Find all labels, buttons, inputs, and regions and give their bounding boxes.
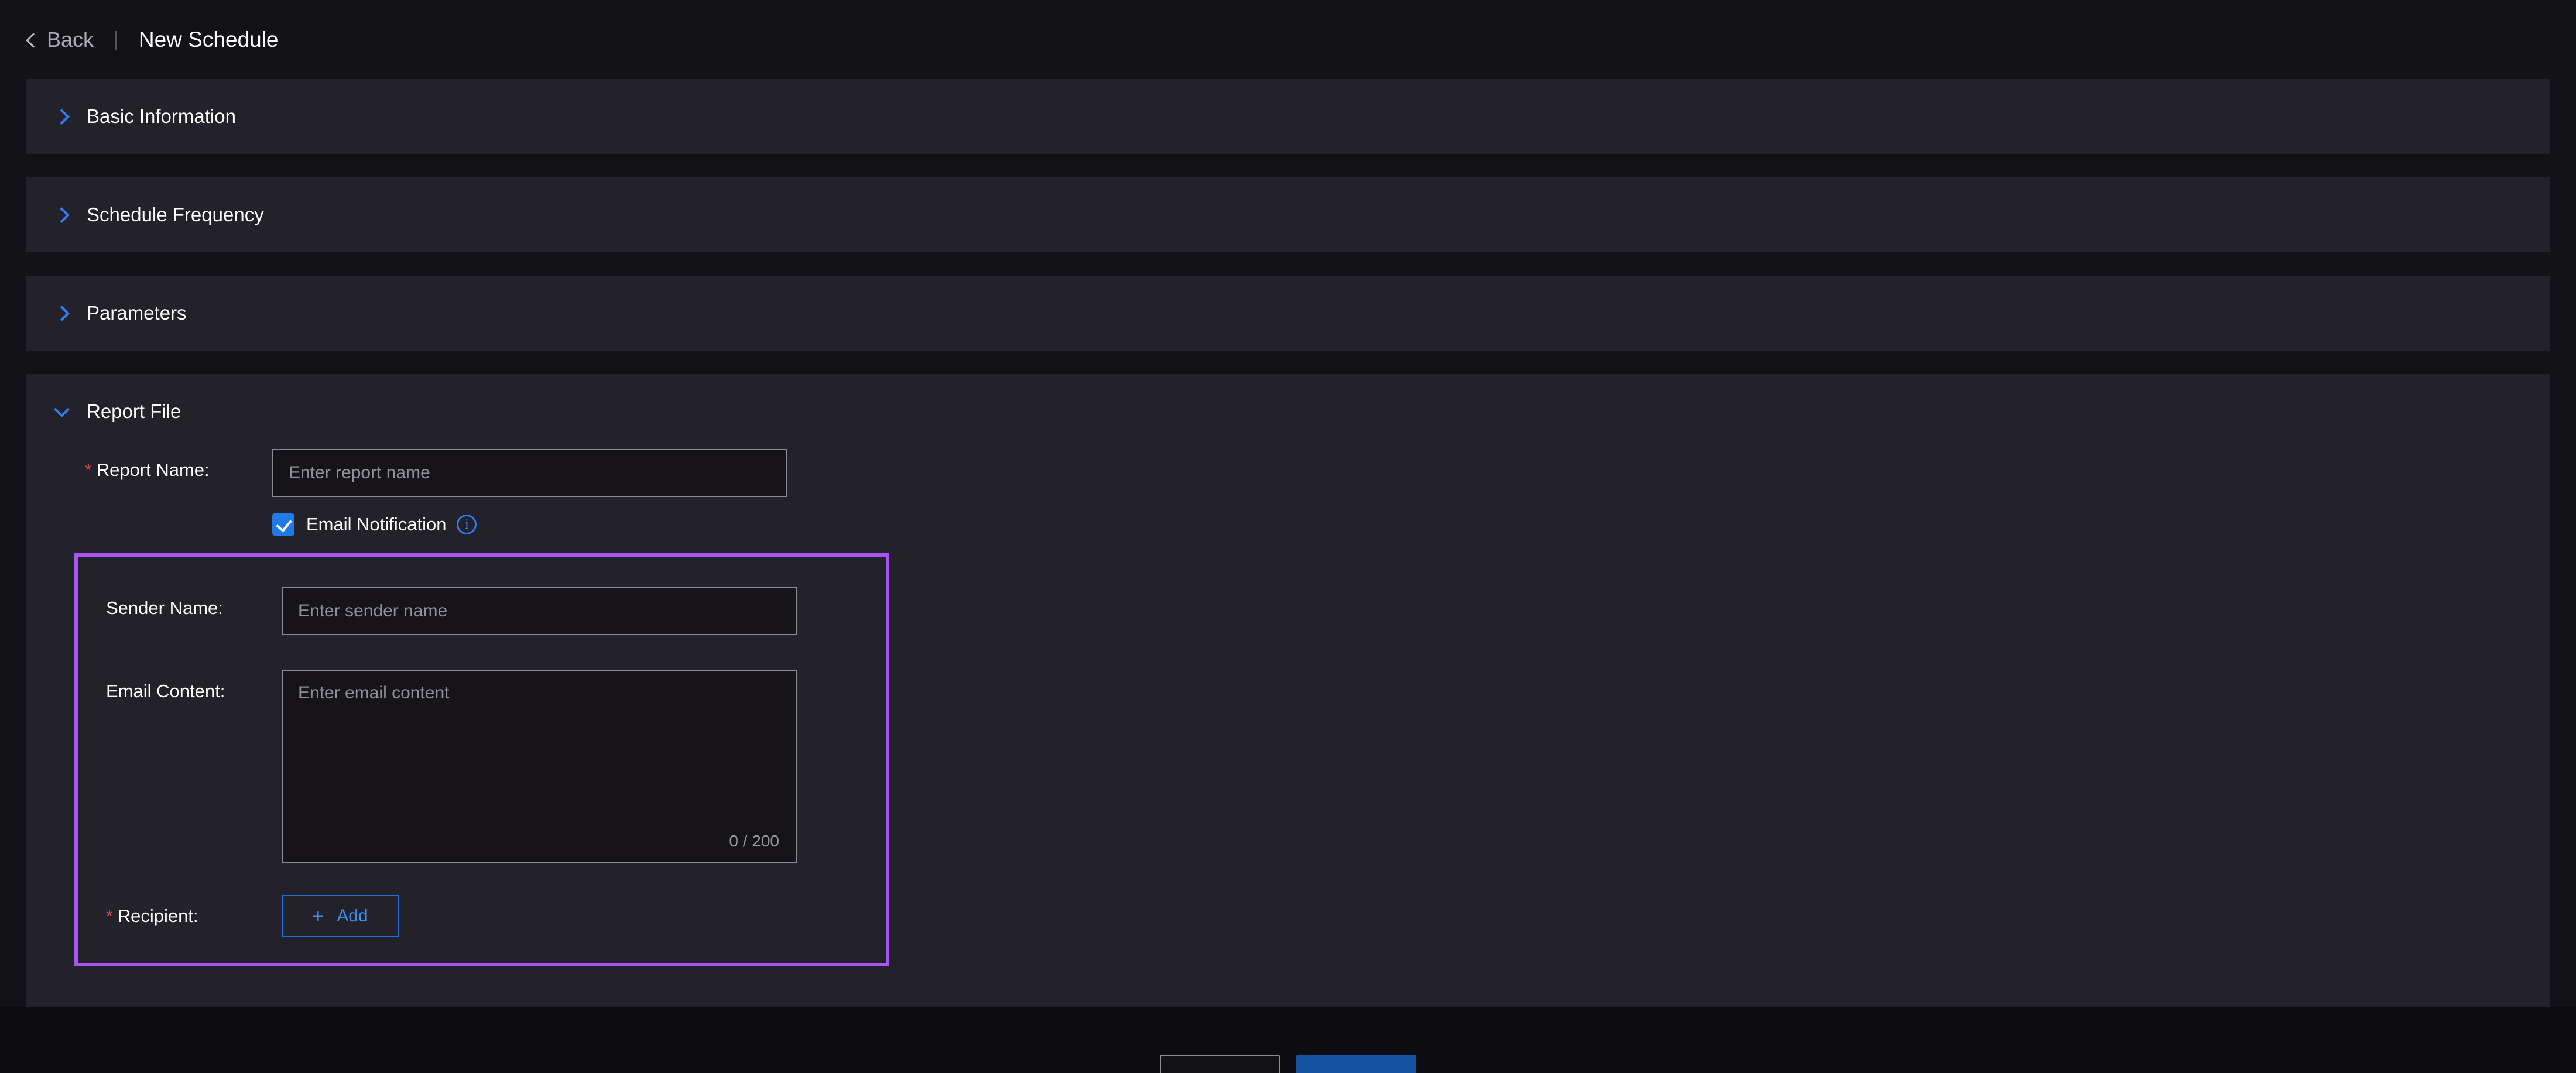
email-notification-label: Email Notification xyxy=(306,514,446,535)
back-button[interactable]: Back xyxy=(23,28,94,52)
accordion-list: Basic Information Schedule Frequency Par… xyxy=(0,79,2576,1007)
chevron-right-icon xyxy=(53,303,73,323)
section-title-basic-information: Basic Information xyxy=(87,105,236,128)
section-title-report-file: Report File xyxy=(87,400,181,423)
required-asterisk: * xyxy=(85,461,92,480)
plus-icon: + xyxy=(312,906,324,926)
recipient-label: * Recipient: xyxy=(106,895,282,927)
email-content-wrapper: 0 / 200 xyxy=(282,670,797,863)
section-header-parameters[interactable]: Parameters xyxy=(26,276,2550,351)
add-recipient-button[interactable]: + Add xyxy=(282,895,399,937)
recipient-field-area: + Add xyxy=(282,895,886,937)
recipient-label-text: Recipient: xyxy=(118,906,198,926)
section-schedule-frequency: Schedule Frequency xyxy=(26,177,2550,252)
report-name-field-area xyxy=(272,449,2550,497)
email-content-char-counter: 0 / 200 xyxy=(729,832,779,851)
required-asterisk: * xyxy=(106,907,113,926)
form-row-email-content: Email Content: 0 / 200 xyxy=(78,670,886,863)
section-parameters: Parameters xyxy=(26,276,2550,351)
section-header-report-file[interactable]: Report File xyxy=(26,374,2550,449)
chevron-down-icon xyxy=(53,402,73,421)
sender-name-input[interactable] xyxy=(282,587,797,635)
report-name-label-text: Report Name: xyxy=(97,460,210,480)
report-name-label: * Report Name: xyxy=(85,449,272,481)
header-separator: | xyxy=(114,28,119,51)
add-recipient-label: Add xyxy=(337,906,368,926)
section-header-basic-information[interactable]: Basic Information xyxy=(26,79,2550,154)
section-title-schedule-frequency: Schedule Frequency xyxy=(87,204,264,226)
email-settings-highlight-panel: Sender Name: Email Content: 0 / 200 xyxy=(74,553,889,966)
email-content-field-area: 0 / 200 xyxy=(282,670,886,863)
sender-name-label: Sender Name: xyxy=(106,587,282,619)
email-notification-checkbox[interactable] xyxy=(272,513,294,536)
section-basic-information: Basic Information xyxy=(26,79,2550,154)
section-body-report-file: * Report Name: Email Notification Sender … xyxy=(26,449,2550,1007)
chevron-left-icon xyxy=(23,32,39,47)
sender-name-field-area xyxy=(282,587,886,635)
footer-action-bar: Cancel Save xyxy=(0,1007,2576,1073)
email-content-label: Email Content: xyxy=(106,670,282,702)
page-title: New Schedule xyxy=(139,28,279,52)
save-button[interactable]: Save xyxy=(1296,1055,1416,1073)
form-row-recipient: * Recipient: + Add xyxy=(78,895,886,937)
email-notification-row: Email Notification xyxy=(26,513,2550,536)
chevron-right-icon xyxy=(53,205,73,225)
info-icon[interactable] xyxy=(457,515,477,534)
email-content-textarea[interactable] xyxy=(282,670,797,863)
form-row-sender-name: Sender Name: xyxy=(78,587,886,635)
section-report-file: Report File * Report Name: Email Notifica… xyxy=(26,374,2550,1007)
back-label: Back xyxy=(47,28,94,52)
form-row-report-name: * Report Name: xyxy=(26,449,2550,497)
chevron-right-icon xyxy=(53,107,73,126)
section-header-schedule-frequency[interactable]: Schedule Frequency xyxy=(26,177,2550,252)
section-title-parameters: Parameters xyxy=(87,302,187,324)
top-bar: Back | New Schedule xyxy=(0,0,2576,79)
cancel-button[interactable]: Cancel xyxy=(1160,1055,1280,1073)
report-name-input[interactable] xyxy=(272,449,787,497)
